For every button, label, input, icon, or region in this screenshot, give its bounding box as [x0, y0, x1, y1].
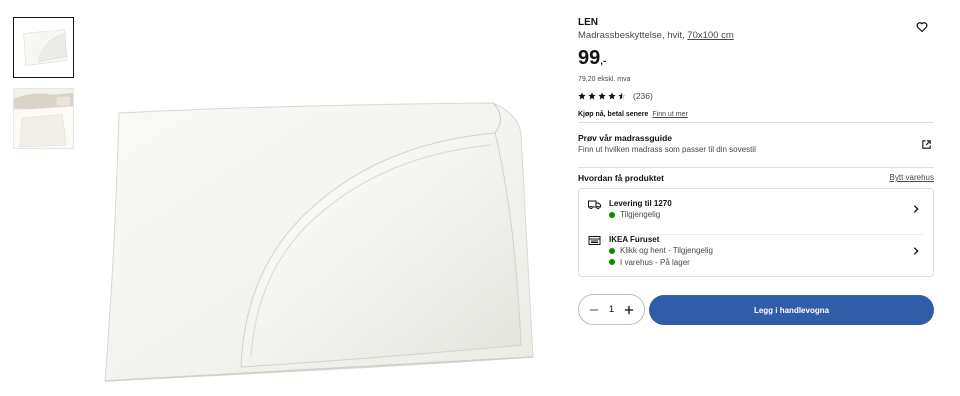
chevron-right-icon [913, 247, 919, 255]
store-title: IKEA Furuset [609, 235, 660, 244]
in-store-status-text: I varehus - På lager [620, 257, 690, 267]
guide-title: Prøv vår madrassguide [578, 133, 673, 143]
rating-stars [578, 92, 626, 100]
add-to-cart-button[interactable]: Legg i handlevogna [649, 295, 934, 325]
quantity-stepper: 1 [578, 294, 645, 325]
click-collect-status-text: Klikk og hent - Tilgjengelig [620, 246, 713, 255]
store-option[interactable]: IKEA Furuset Klikk og hent - Tilgjengeli… [579, 233, 933, 269]
product-description-text: Madrassbeskyttelse, hvit, [578, 30, 685, 41]
star-icon [608, 92, 616, 100]
delivery-option[interactable]: Levering til 1270 Tilgjengelig [579, 197, 933, 235]
price-value: 99 [578, 47, 601, 69]
divider [578, 167, 934, 168]
status-dot [609, 247, 615, 254]
minus-icon[interactable] [589, 305, 599, 315]
thumbnail-2-image [14, 89, 73, 148]
store-icon [588, 236, 601, 245]
delivery-status: Tilgjengelig [609, 209, 672, 221]
half-star-icon [618, 92, 626, 100]
product-info: LEN Madrassbeskyttelse, hvit, 70x100 cm … [578, 16, 934, 118]
star-icon [598, 92, 606, 100]
quantity-value[interactable]: 1 [609, 304, 614, 315]
mattress-guide[interactable]: Prøv vår madrassguide Finn ut hvilken ma… [578, 133, 934, 156]
star-icon [588, 92, 596, 100]
buy-now-pay-later: Kjøp nå, betal senere Finn ut mer [578, 111, 934, 118]
status-dot [609, 211, 615, 218]
truck-icon [588, 200, 601, 210]
heart-icon[interactable] [916, 21, 928, 33]
in-store-status: I varehus - På lager [609, 257, 713, 269]
product-description: Madrassbeskyttelse, hvit, 70x100 cm [578, 29, 934, 42]
buy-now-label: Kjøp nå, betal senere [578, 111, 649, 118]
delivery-title: Levering til 1270 [609, 199, 672, 208]
star-icon [578, 92, 586, 100]
guide-subtitle: Finn ut hvilken madrass som passer til d… [578, 145, 756, 154]
store-text: IKEA Furuset Klikk og hent - Tilgjengeli… [609, 234, 713, 268]
price: 99,- [578, 47, 934, 73]
click-collect-status: Klikk og hent - Tilgjengelig [609, 245, 713, 257]
buy-now-link[interactable]: Finn ut mer [652, 111, 687, 118]
thumbnail-1-image [14, 18, 73, 77]
product-name: LEN [578, 17, 598, 28]
availability-header: Hvordan få produktet Bytt varehus [578, 173, 934, 183]
thumbnail-2[interactable] [13, 88, 74, 149]
main-product-image [95, 95, 545, 390]
price-suffix: ,- [600, 56, 607, 67]
divider [578, 122, 934, 123]
delivery-status-text: Tilgjengelig [620, 210, 661, 219]
availability-box: Levering til 1270 Tilgjengelig IKEA Furu… [578, 188, 934, 277]
change-store-link[interactable]: Bytt varehus [890, 173, 934, 182]
review-count: (236) [633, 91, 653, 101]
status-dot [609, 259, 615, 266]
plus-icon[interactable] [624, 305, 634, 315]
thumbnail-1[interactable] [13, 17, 74, 78]
rating[interactable]: (236) [578, 91, 934, 101]
price-ex-vat: 79,20 ekskl. mva [578, 76, 631, 83]
availability-title: Hvordan få produktet [578, 173, 664, 183]
product-size-link[interactable]: 70x100 cm [687, 30, 733, 41]
external-link-icon[interactable] [921, 139, 932, 150]
delivery-text: Levering til 1270 Tilgjengelig [609, 198, 672, 221]
chevron-right-icon [913, 205, 919, 213]
